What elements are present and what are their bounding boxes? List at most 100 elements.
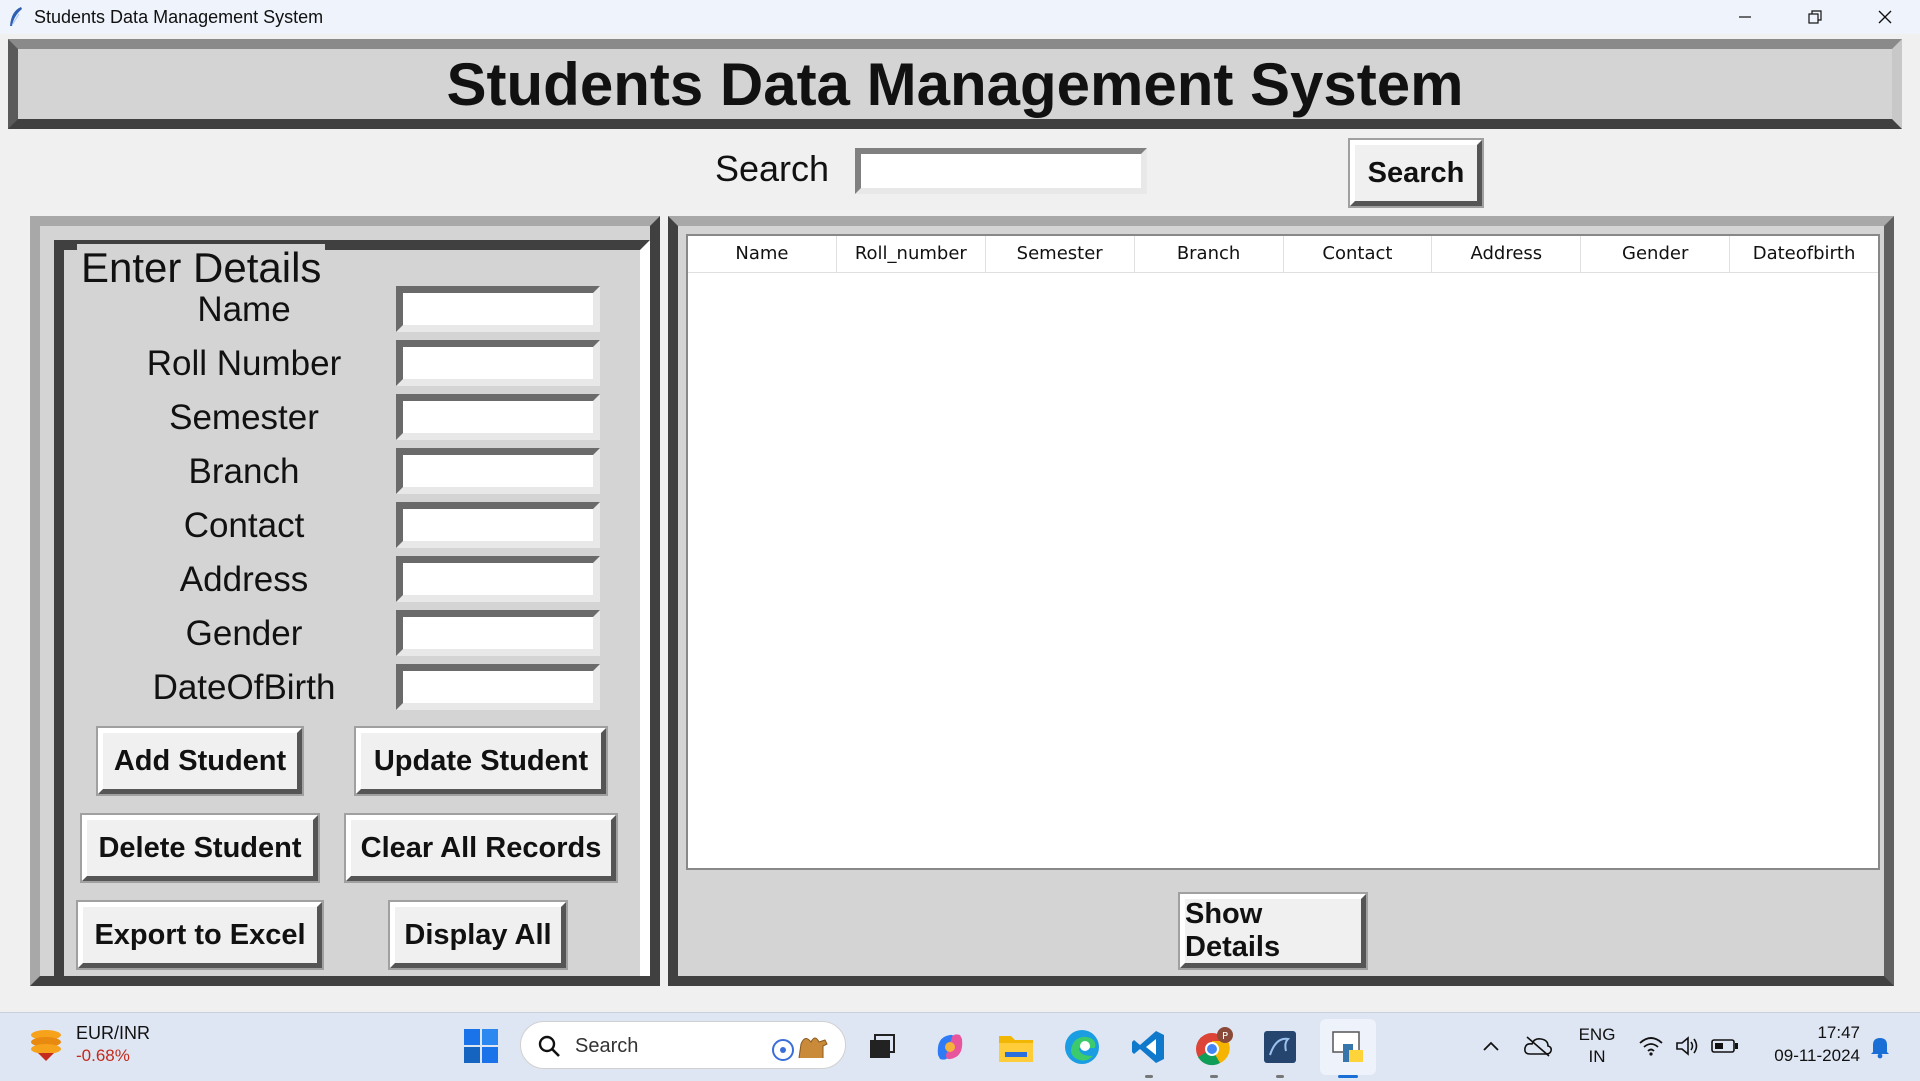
clock-time[interactable]: 17:47 [1800, 1023, 1860, 1043]
search-label: Search [715, 148, 830, 189]
start-button[interactable] [460, 1025, 502, 1067]
records-frame: Name Roll_number Semester Branch Contact… [668, 216, 1894, 986]
language-indicator-line2[interactable]: IN [1575, 1047, 1619, 1067]
address-input[interactable] [396, 556, 600, 602]
close-button[interactable] [1850, 0, 1920, 34]
search-input[interactable] [855, 148, 1147, 194]
name-label: Name [197, 290, 291, 329]
edge-icon [1065, 1030, 1099, 1064]
mysql-running-indicator [1276, 1075, 1284, 1078]
file-explorer-button[interactable] [994, 1025, 1038, 1069]
cloud-offline-icon [1524, 1036, 1552, 1057]
ticker-label: EUR/INR [76, 1023, 151, 1043]
copilot-icon [937, 1034, 963, 1060]
contact-input[interactable] [396, 502, 600, 548]
dateofbirth-input[interactable] [396, 664, 600, 710]
header-banner: Students Data Management System [8, 39, 1902, 129]
field-row-dateofbirth: DateOfBirth [64, 664, 684, 714]
gender-input[interactable] [396, 610, 600, 656]
column-header-roll-number[interactable]: Roll_number [837, 236, 986, 272]
chrome-icon: P [1196, 1027, 1233, 1066]
taskbar-search-placeholder: Search [575, 1035, 639, 1057]
add-student-button[interactable]: Add Student [96, 726, 304, 796]
address-label: Address [179, 560, 309, 599]
camel-illustration-icon [772, 1037, 828, 1061]
field-row-gender: Gender [64, 610, 684, 660]
svg-text:P: P [1222, 1031, 1228, 1042]
column-header-dateofbirth[interactable]: Dateofbirth [1730, 236, 1878, 272]
close-icon [1878, 10, 1892, 24]
python-app-button[interactable] [1320, 1019, 1376, 1075]
restore-icon [1808, 10, 1822, 24]
records-table[interactable]: Name Roll_number Semester Branch Contact… [686, 234, 1880, 870]
field-row-address: Address [64, 556, 684, 606]
mysql-workbench-button[interactable] [1258, 1025, 1302, 1069]
show-details-button[interactable]: Show Details [1178, 892, 1368, 970]
show-hidden-icons-button[interactable] [1480, 1035, 1502, 1057]
battery-button[interactable] [1710, 1033, 1740, 1059]
restore-button[interactable] [1780, 0, 1850, 34]
update-student-button[interactable]: Update Student [354, 726, 608, 796]
window-title: Students Data Management System [34, 6, 324, 27]
onedrive-button[interactable] [1522, 1033, 1554, 1059]
export-to-excel-button[interactable]: Export to Excel [76, 900, 324, 970]
windows-logo-icon [464, 1029, 498, 1063]
minimize-icon [1739, 16, 1751, 18]
page-title: Students Data Management System [446, 50, 1464, 118]
column-header-gender[interactable]: Gender [1581, 236, 1731, 272]
clear-all-records-button[interactable]: Clear All Records [344, 813, 618, 883]
language-indicator-line1[interactable]: ENG [1575, 1025, 1619, 1045]
copilot-button[interactable] [928, 1025, 972, 1069]
delete-student-button[interactable]: Delete Student [80, 813, 320, 883]
volume-button[interactable] [1674, 1033, 1702, 1059]
roll-number-input[interactable] [396, 340, 600, 386]
python-active-indicator [1338, 1075, 1358, 1078]
column-header-name[interactable]: Name [688, 236, 837, 272]
column-header-branch[interactable]: Branch [1135, 236, 1284, 272]
notifications-button[interactable] [1866, 1033, 1894, 1061]
edge-browser-button[interactable] [1060, 1025, 1104, 1069]
dateofbirth-label: DateOfBirth [152, 668, 336, 707]
vscode-icon [1132, 1031, 1164, 1063]
wifi-button[interactable] [1636, 1033, 1666, 1059]
roll-number-label: Roll Number [146, 344, 342, 383]
column-header-address[interactable]: Address [1432, 236, 1582, 272]
chevron-up-icon [1483, 1041, 1499, 1051]
battery-icon [1711, 1039, 1738, 1053]
chrome-running-indicator [1210, 1075, 1218, 1078]
mysql-workbench-icon [1264, 1031, 1296, 1063]
python-tk-icon [1332, 1031, 1363, 1062]
taskbar-search-box[interactable]: Search [520, 1021, 846, 1069]
semester-input[interactable] [396, 394, 600, 440]
field-row-branch: Branch [64, 448, 684, 498]
column-header-contact[interactable]: Contact [1284, 236, 1433, 272]
field-row-semester: Semester [64, 394, 684, 444]
currency-widget-icon[interactable] [24, 1023, 68, 1067]
minimize-button[interactable] [1710, 0, 1780, 34]
coin-stack-icon [31, 1030, 61, 1061]
column-header-semester[interactable]: Semester [986, 236, 1135, 272]
branch-input[interactable] [396, 448, 600, 494]
display-all-button[interactable]: Display All [388, 900, 568, 970]
details-frame: Enter Details Name Roll Number Semester … [30, 216, 660, 986]
wifi-icon [1639, 1037, 1663, 1056]
branch-label: Branch [188, 452, 300, 491]
chrome-button[interactable]: P [1192, 1025, 1236, 1069]
speaker-icon [1676, 1036, 1698, 1056]
field-row-contact: Contact [64, 502, 684, 552]
bell-icon [1871, 1038, 1889, 1059]
details-legend: Enter Details [77, 244, 326, 292]
feather-icon [10, 7, 22, 26]
clock-date[interactable]: 09-11-2024 [1758, 1046, 1860, 1066]
contact-label: Contact [183, 506, 305, 545]
task-view-button[interactable] [862, 1027, 902, 1067]
taskbar: EUR/INR -0.68% Search P ENG IN 17:47 09-… [0, 1012, 1920, 1081]
gender-label: Gender [185, 614, 303, 653]
vscode-running-indicator [1145, 1075, 1153, 1078]
vscode-button[interactable] [1126, 1025, 1170, 1069]
semester-label: Semester [169, 398, 319, 437]
folder-icon [999, 1036, 1033, 1062]
name-input[interactable] [396, 286, 600, 332]
field-row-roll-number: Roll Number [64, 340, 684, 390]
search-button[interactable]: Search [1348, 138, 1484, 208]
